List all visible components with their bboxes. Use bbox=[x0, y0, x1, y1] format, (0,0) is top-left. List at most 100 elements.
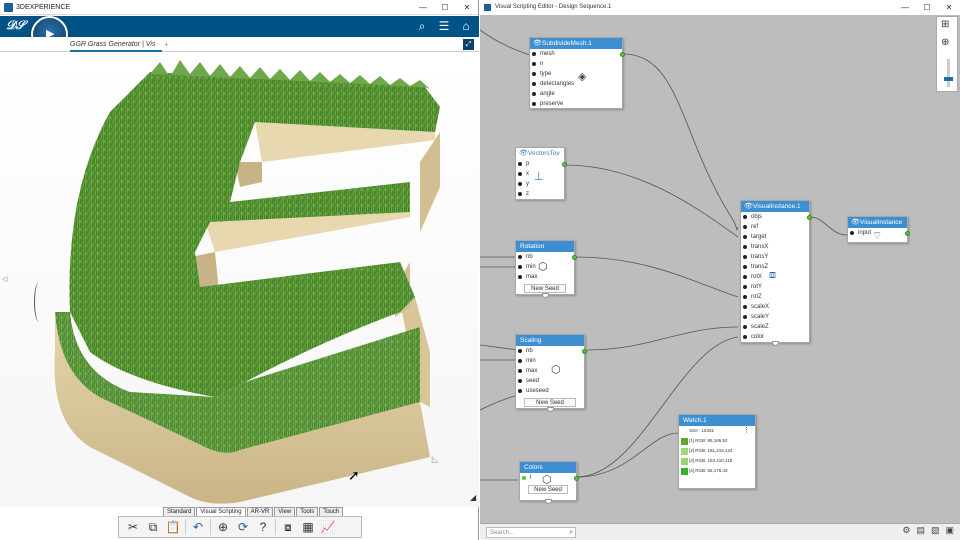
node-rotation[interactable]: Rotation nb min max New Seed ⬡ bbox=[515, 240, 577, 298]
port-transy[interactable]: transY bbox=[741, 252, 809, 262]
node-header[interactable]: Watch.1 bbox=[679, 415, 755, 426]
editor-close-button[interactable]: ✕ bbox=[938, 0, 960, 15]
port-nb[interactable]: nb bbox=[516, 346, 584, 356]
port-mesh[interactable]: mesh bbox=[530, 49, 622, 59]
paste-icon[interactable]: 📋 bbox=[165, 519, 181, 535]
node-header[interactable]: 👁 VisualInstance bbox=[848, 217, 907, 228]
node-watch[interactable]: Watch.1 Size : 15331 ⋮ [1] RGB: 95,165,52… bbox=[678, 414, 756, 489]
layout-icon[interactable]: ▤ bbox=[916, 525, 925, 536]
refresh-icon[interactable]: ⟳ bbox=[235, 519, 251, 535]
node-header[interactable]: Rotation bbox=[516, 241, 574, 252]
port-target[interactable]: target bbox=[741, 232, 809, 242]
port-seed[interactable]: seed bbox=[516, 376, 584, 386]
node-colors[interactable]: Colors l New Seed ⬡ bbox=[519, 461, 579, 504]
port-min[interactable]: min bbox=[516, 356, 584, 366]
port-preserve[interactable]: preserve bbox=[530, 99, 622, 109]
cut-icon[interactable]: ✂ bbox=[125, 519, 141, 535]
node-vectors[interactable]: 👁 VectorsTov p x y z ⊥ bbox=[515, 147, 567, 200]
color-swatch bbox=[681, 458, 688, 465]
editor-minimize-button[interactable]: — bbox=[894, 0, 916, 15]
port-type[interactable]: type bbox=[530, 69, 622, 79]
port-scalex[interactable]: scaleX bbox=[741, 302, 809, 312]
zoom-slider[interactable] bbox=[947, 59, 950, 87]
output-port[interactable] bbox=[582, 349, 587, 354]
watch-row-label: [1] RGB: 95,165,52 bbox=[689, 438, 728, 443]
ds-logo-icon[interactable]: 𝒟𝒮 bbox=[6, 18, 25, 33]
port-transx[interactable]: transX bbox=[741, 242, 809, 252]
eye-icon[interactable]: 👁 bbox=[744, 201, 753, 212]
eye-icon[interactable]: 👁 bbox=[851, 217, 860, 228]
3d-viewport[interactable] bbox=[0, 52, 479, 507]
eye-icon[interactable]: 👁 bbox=[519, 148, 528, 159]
node-visual-instance[interactable]: 👁 VisualInstance input ⌔ bbox=[847, 216, 910, 243]
output-port[interactable] bbox=[905, 231, 910, 236]
new-seed-button[interactable]: New Seed bbox=[528, 485, 568, 494]
map-icon[interactable]: ⊞ bbox=[941, 19, 949, 30]
port-z[interactable]: z bbox=[516, 189, 564, 199]
search-icon[interactable]: ⌕ bbox=[569, 528, 573, 538]
output-port[interactable] bbox=[572, 255, 577, 260]
port-objs[interactable]: objs bbox=[741, 212, 809, 222]
add-tab-button[interactable]: + bbox=[164, 38, 169, 52]
eye-icon[interactable]: 👁 bbox=[533, 38, 542, 49]
zoom-fit-icon[interactable]: ⊕ bbox=[215, 519, 231, 535]
action-bar: ✂ ⧉ 📋 ↶ ⊕ ⟳ ? ⧇ ▦ 📈 bbox=[118, 516, 362, 538]
new-seed-button[interactable]: New Seed bbox=[524, 398, 576, 407]
help-icon[interactable]: ? bbox=[255, 519, 271, 535]
port-n[interactable]: n bbox=[530, 59, 622, 69]
resize-handle-icon[interactable]: ◢ bbox=[470, 493, 476, 502]
chart-icon[interactable]: 📈 bbox=[320, 519, 336, 535]
output-port[interactable] bbox=[620, 52, 625, 57]
port-rotz[interactable]: rotZ bbox=[741, 292, 809, 302]
search-input[interactable]: Search... ⌕ bbox=[486, 527, 576, 538]
node-scaling[interactable]: Scaling nb min max seed useseed New Seed… bbox=[515, 334, 587, 412]
new-seed-button[interactable]: New Seed bbox=[524, 284, 566, 293]
table-icon[interactable]: ▦ bbox=[300, 519, 316, 535]
output-port[interactable] bbox=[574, 476, 579, 481]
node-header[interactable]: 👁 VectorsTov bbox=[516, 148, 564, 159]
node-subdivide-mesh[interactable]: 👁 SubdivideMesh.1 mesh n type detectangle… bbox=[529, 37, 625, 109]
zoom-slider-knob[interactable] bbox=[944, 77, 953, 81]
node-title: Rotation bbox=[520, 243, 545, 250]
side-panel-arrow-icon[interactable]: ◁ bbox=[2, 275, 7, 283]
axis-triad-icon[interactable]: ⊾ bbox=[430, 452, 440, 466]
minimize-button[interactable]: — bbox=[412, 0, 434, 15]
node-visual-instance-1[interactable]: 👁 VisualInstance.1 objs ref target transX… bbox=[740, 200, 812, 346]
dice-icon: ⬡ bbox=[538, 261, 548, 273]
node-header[interactable]: 👁 VisualInstance.1 bbox=[741, 201, 809, 212]
expand-icon[interactable]: ⤢ bbox=[463, 39, 474, 50]
zoom-icon[interactable]: ⊕ bbox=[941, 37, 949, 48]
image-icon[interactable]: ▧ bbox=[931, 525, 940, 536]
watch-row-label: [3] RGB: 153,210,118 bbox=[689, 458, 733, 463]
port-p[interactable]: p bbox=[516, 159, 564, 169]
output-port[interactable] bbox=[807, 215, 812, 220]
node-header[interactable]: Colors bbox=[520, 462, 576, 473]
watch-size-label: Size : 15331 bbox=[689, 428, 715, 433]
menu-icon[interactable]: ☰ bbox=[438, 19, 450, 33]
node-header[interactable]: 👁 SubdivideMesh.1 bbox=[530, 38, 622, 49]
settings-icon[interactable]: ⚙ bbox=[902, 525, 910, 536]
tag-icon[interactable]: ⌂ bbox=[460, 19, 472, 33]
undo-icon[interactable]: ↶ bbox=[190, 519, 206, 535]
node-graph-icon[interactable]: ⧇ bbox=[280, 519, 296, 535]
panel-icon[interactable]: ▣ bbox=[945, 525, 954, 536]
editor-maximize-button[interactable]: ☐ bbox=[916, 0, 938, 15]
editor-side-tools: ⊞ ⊕ bbox=[936, 16, 958, 92]
port-ref[interactable]: ref bbox=[741, 222, 809, 232]
port-scaley[interactable]: scaleY bbox=[741, 312, 809, 322]
output-port[interactable] bbox=[562, 162, 567, 167]
port-max[interactable]: max bbox=[516, 366, 584, 376]
node-header[interactable]: Scaling bbox=[516, 335, 584, 346]
copy-icon[interactable]: ⧉ bbox=[145, 519, 161, 535]
search-icon[interactable]: ⌕ bbox=[416, 19, 428, 33]
port-angle[interactable]: angle bbox=[530, 89, 622, 99]
tab-ggr-grass-generator[interactable]: GGR Grass Generator | Vis bbox=[70, 38, 162, 52]
close-button[interactable]: ✕ bbox=[456, 0, 478, 15]
port-max[interactable]: max bbox=[516, 272, 574, 282]
port-detectangles[interactable]: detectangles bbox=[530, 79, 622, 89]
maximize-button[interactable]: ☐ bbox=[434, 0, 456, 15]
port-roty[interactable]: rotY bbox=[741, 282, 809, 292]
port-scalez[interactable]: scaleZ bbox=[741, 322, 809, 332]
watch-menu-icon[interactable]: ⋮ bbox=[743, 426, 750, 436]
port-useseed[interactable]: useseed bbox=[516, 386, 584, 396]
